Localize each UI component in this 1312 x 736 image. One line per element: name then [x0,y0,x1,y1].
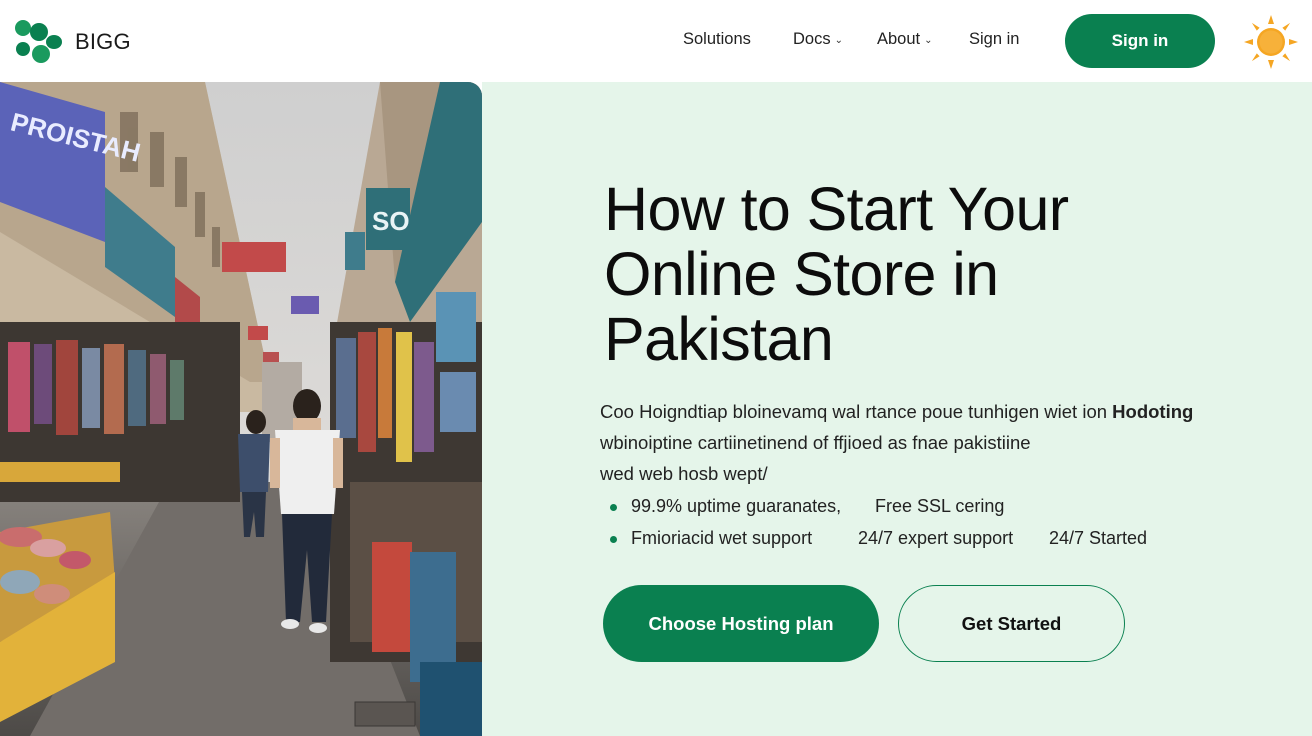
paragraph-line-1-strong: Hodoting [1112,401,1194,422]
bullet-uptime: 99.9% uptime guaranates, [631,496,842,516]
bullet-dot-icon [610,504,617,511]
bullet-support: Fmioriacid wet support [631,528,813,548]
hero-headline: How to Start Your Online Store in Pakist… [604,175,1069,373]
sun-icon[interactable] [1243,14,1299,70]
chevron-down-icon: ⌄ [924,34,933,46]
paragraph-line-1-text: Coo Hoigndtiap bloinevamq wal rtance pou… [600,401,1108,422]
brand-name: BIGG [75,29,131,54]
sign-text-right: SO [372,206,410,236]
bullet-expert-support: 24/7 expert support [858,528,1014,548]
sign-in-button[interactable]: Sign in [1065,14,1215,68]
nav-docs-label: Docs [793,30,831,48]
brand-logo[interactable]: BIGG [14,19,131,65]
paragraph-line-2: wbinoiptine cartiinetinend of ffjioed as… [600,432,1031,453]
paragraph-line-3: wed web hosb wept/ [600,463,768,484]
nav-solutions-label: Solutions [683,30,751,48]
choose-hosting-plan-button[interactable]: Choose Hosting plan [603,585,879,662]
market-street-photo: PROISTAH SO [0,82,482,736]
paragraph-line-1: Coo Hoigndtiap bloinevamq wal rtance pou… [600,396,1220,427]
nav-docs[interactable]: Docs ⌄ [793,30,843,49]
nav-sign-in-label: Sign in [969,30,1020,48]
nav-about[interactable]: About ⌄ [877,30,933,49]
nav-sign-in[interactable]: Sign in [969,30,1019,49]
hero-paragraph: Coo Hoigndtiap bloinevamq wal rtance pou… [600,396,1220,489]
logo-mark-icon [15,20,62,63]
bullet-ssl: Free SSL cering [875,496,1005,516]
get-started-button[interactable]: Get Started [898,585,1125,662]
nav-about-label: About [877,30,921,48]
bullet-dot-icon [610,536,617,543]
chevron-down-icon: ⌄ [834,34,843,46]
site-header: BIGG Solutions Docs ⌄ About ⌄ Sign in Si… [0,0,1312,82]
bullet-started: 24/7 Started [1049,528,1148,548]
nav-solutions[interactable]: Solutions [683,30,751,49]
